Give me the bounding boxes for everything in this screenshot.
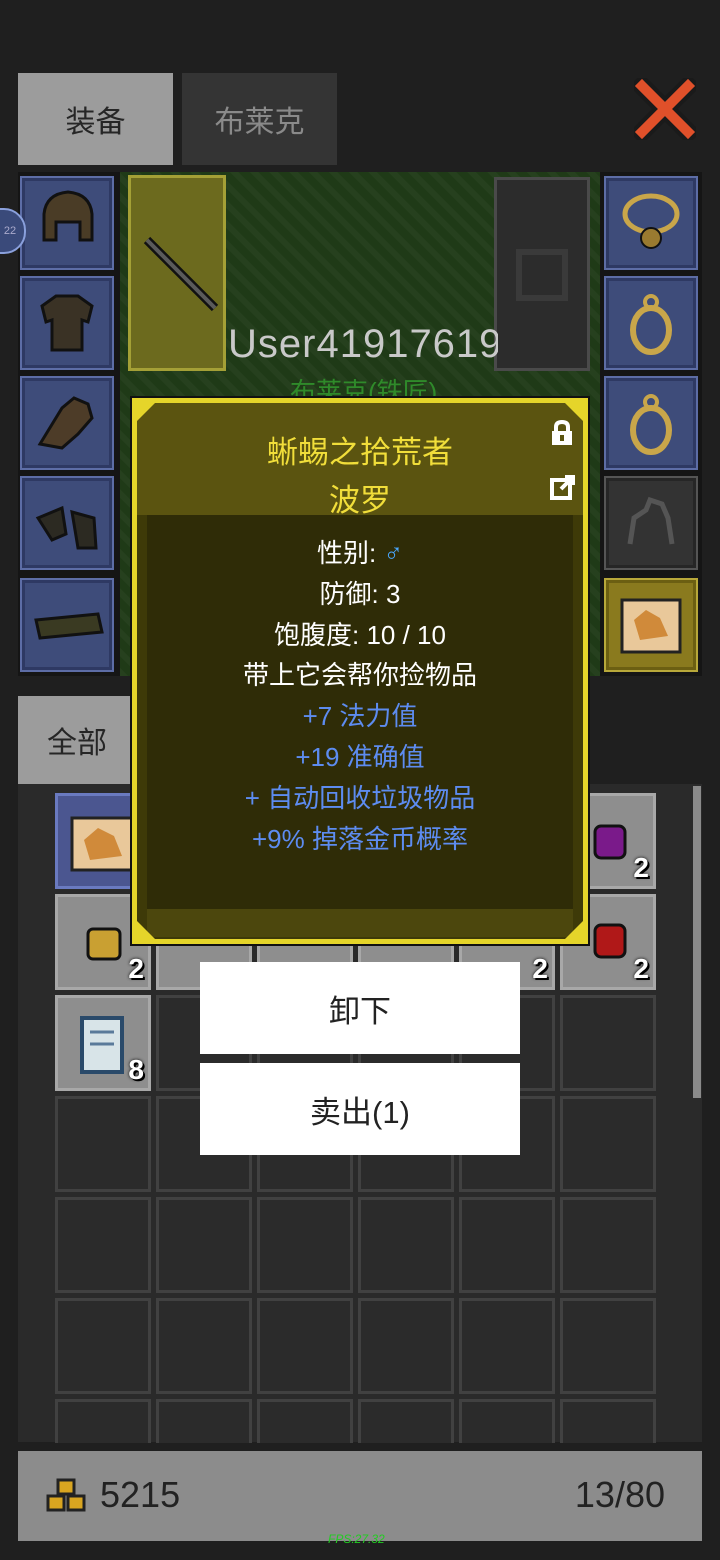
gender-row: 性别: ♂ <box>137 533 583 570</box>
unequip-button[interactable]: 卸下 <box>200 962 520 1054</box>
bonus-stat-mana: +7 法力值 <box>302 701 418 731</box>
item-count: 2 <box>633 852 649 883</box>
boots-slot[interactable] <box>20 476 114 570</box>
inventory-capacity: 13/80 <box>574 1474 665 1515</box>
pet-slot[interactable] <box>604 578 698 672</box>
inventory-slot[interactable] <box>257 1197 353 1293</box>
tab-equipment[interactable]: 装备 <box>18 73 173 165</box>
inventory-slot[interactable] <box>257 1399 353 1443</box>
fps-counter: FPS:27.32 <box>328 1532 385 1546</box>
inventory-slot[interactable] <box>560 1298 656 1394</box>
lock-icon[interactable] <box>549 419 575 447</box>
export-icon[interactable] <box>549 475 575 501</box>
inventory-slot[interactable] <box>560 1096 656 1192</box>
belt-icon <box>34 612 104 640</box>
inventory-slot[interactable] <box>358 1399 454 1443</box>
pet-scroll-icon <box>620 598 682 654</box>
item-count: 2 <box>633 953 649 984</box>
gold-amount: 5215 <box>100 1474 181 1515</box>
inventory-slot[interactable]: 8 <box>55 995 151 1091</box>
item-detail-popup: 蜥蜴之拾荒者 波罗 性别: ♂ 防御: 3 饱腹度: 10 / 10 带上它会帮… <box>132 398 588 944</box>
tab-character[interactable]: 布莱克 <box>182 73 337 165</box>
inventory-filter-all[interactable]: 全部 <box>18 696 136 784</box>
item-title: 蜥蜴之拾荒者 <box>267 435 453 470</box>
gender-label: 性别: <box>317 538 384 568</box>
necklace-slot[interactable] <box>604 176 698 270</box>
inventory-slot[interactable] <box>55 1096 151 1192</box>
popup-footer <box>147 909 573 937</box>
corner-ornament-icon <box>565 921 583 939</box>
bonus-stat-accuracy: +19 准确值 <box>295 742 425 772</box>
inventory-slot[interactable] <box>358 1298 454 1394</box>
ring-icon <box>630 394 672 455</box>
bonus-stat-gold-drop: +9% 掉落金币概率 <box>252 824 468 854</box>
corner-ornament-icon <box>137 921 155 939</box>
inventory-slot[interactable] <box>55 1197 151 1293</box>
gold-coins-icon <box>46 1478 86 1512</box>
armor-slot[interactable] <box>20 276 114 370</box>
character-username: User41917619 <box>228 322 498 366</box>
gloves-icon <box>37 396 94 450</box>
boots-icon <box>35 505 98 550</box>
weapon-slot[interactable] <box>128 175 226 371</box>
close-icon[interactable] <box>634 78 696 140</box>
item-name: 波罗 <box>329 483 391 518</box>
armor-icon <box>40 294 94 352</box>
inventory-slot[interactable] <box>459 1298 555 1394</box>
male-symbol-icon: ♂ <box>383 538 403 568</box>
satiety-stat: 饱腹度: 10 / 10 <box>274 620 446 650</box>
inventory-slot[interactable] <box>459 1197 555 1293</box>
shield-placeholder-icon <box>516 249 568 301</box>
inventory-slot[interactable] <box>459 1399 555 1443</box>
mount-slot[interactable] <box>604 476 698 570</box>
defense-stat: 防御: 3 <box>319 579 401 609</box>
horse-icon <box>627 496 675 545</box>
sell-button[interactable]: 卖出(1) <box>200 1063 520 1155</box>
item-count: 8 <box>128 1054 144 1085</box>
helmet-slot[interactable] <box>20 176 114 270</box>
inventory-slot[interactable] <box>156 1399 252 1443</box>
inventory-scrollbar[interactable] <box>693 786 701 1098</box>
inventory-slot[interactable] <box>156 1197 252 1293</box>
offhand-slot[interactable] <box>494 177 590 371</box>
belt-slot[interactable] <box>20 578 114 672</box>
gloves-slot[interactable] <box>20 376 114 470</box>
bonus-stat-autorecycle: + 自动回收垃圾物品 <box>244 783 476 813</box>
corner-ornament-icon <box>137 403 155 421</box>
ring-slot-2[interactable] <box>604 376 698 470</box>
inventory-slot[interactable] <box>156 1298 252 1394</box>
inventory-slot[interactable] <box>55 1399 151 1443</box>
spear-icon <box>143 236 219 312</box>
inventory-slot[interactable] <box>560 1399 656 1443</box>
item-description: 带上它会帮你捡物品 <box>242 660 477 690</box>
ring-slot-1[interactable] <box>604 276 698 370</box>
inventory-slot[interactable] <box>560 1197 656 1293</box>
inventory-slot[interactable] <box>257 1298 353 1394</box>
inventory-slot[interactable] <box>560 995 656 1091</box>
item-count: 2 <box>128 953 144 984</box>
item-count: 2 <box>532 953 548 984</box>
inventory-slot[interactable] <box>358 1197 454 1293</box>
helmet-icon <box>42 190 94 242</box>
inventory-slot[interactable] <box>55 1298 151 1394</box>
ring-icon <box>630 294 672 355</box>
necklace-icon <box>622 193 680 249</box>
